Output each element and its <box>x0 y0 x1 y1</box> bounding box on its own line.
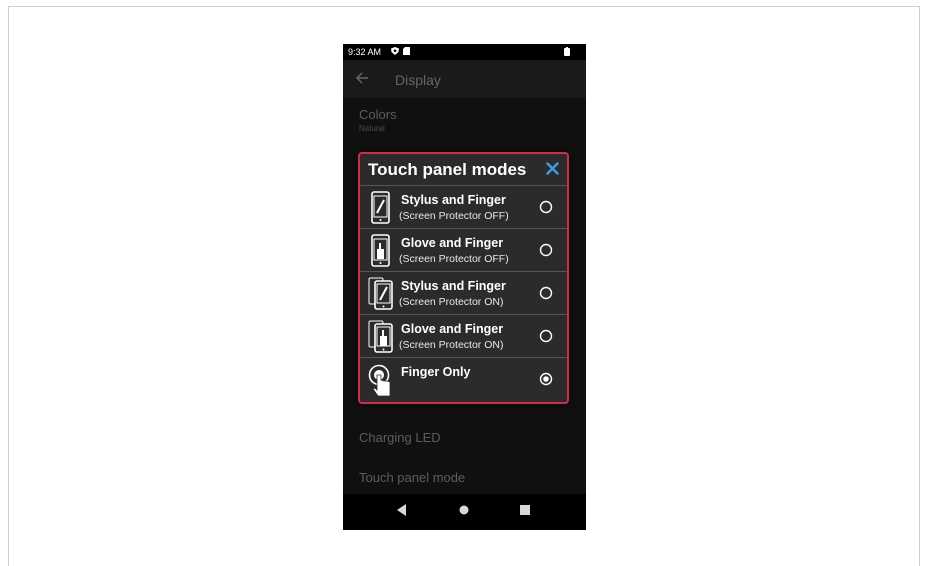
nav-back-icon[interactable] <box>397 504 407 516</box>
setting-charging-led[interactable]: Charging LED <box>359 430 441 445</box>
option-sublabel: (Screen Protector ON) <box>399 339 504 351</box>
option-sublabel: (Screen Protector OFF) <box>399 210 509 222</box>
radio-unselected[interactable] <box>539 243 553 257</box>
setting-touch-panel-mode[interactable]: Touch panel mode <box>359 470 465 485</box>
back-arrow-icon[interactable] <box>355 71 369 85</box>
radio-unselected[interactable] <box>539 286 553 300</box>
stylus-finger-icon <box>371 191 390 224</box>
navigation-bar <box>343 494 586 530</box>
dialog-header: Touch panel modes <box>360 154 567 184</box>
radio-selected[interactable] <box>539 372 553 386</box>
setting-title: Touch panel mode <box>359 470 466 485</box>
option-stylus-finger-protector-on[interactable]: Stylus and Finger (Screen Protector ON) <box>360 271 567 314</box>
status-time: 9:32 AM <box>348 47 382 57</box>
status-bar: 9:32 AM <box>343 44 586 60</box>
radio-unselected[interactable] <box>539 200 553 214</box>
option-label: Finger Only <box>401 365 471 379</box>
app-bar-title: Display <box>395 72 441 88</box>
option-stylus-finger-protector-off[interactable]: Stylus and Finger (Screen Protector OFF) <box>360 185 567 228</box>
option-label: Stylus and Finger <box>401 193 506 207</box>
touch-panel-modes-dialog: Touch panel modes Stylus and Finger (Scr… <box>358 152 569 404</box>
setting-title: Charging LED <box>359 430 441 445</box>
setting-title: Colors <box>359 107 397 122</box>
option-finger-only[interactable]: Finger Only <box>360 357 567 400</box>
shield-icon <box>391 47 399 55</box>
setting-colors[interactable]: Colors Natural <box>359 107 397 133</box>
phone-screen: 9:32 AM Display Colors Natural Charging … <box>343 44 586 530</box>
stylus-finger-protector-icon <box>368 277 393 310</box>
radio-unselected[interactable] <box>539 329 553 343</box>
dialog-title: Touch panel modes <box>368 160 527 179</box>
sim-card-icon <box>403 47 410 55</box>
battery-icon <box>564 47 570 56</box>
close-icon[interactable] <box>546 162 559 175</box>
option-sublabel: (Screen Protector OFF) <box>399 253 509 265</box>
glove-finger-icon <box>371 234 390 267</box>
option-glove-finger-protector-on[interactable]: Glove and Finger (Screen Protector ON) <box>360 314 567 357</box>
nav-home-icon[interactable] <box>459 505 469 515</box>
option-label: Stylus and Finger <box>401 279 506 293</box>
option-label: Glove and Finger <box>401 236 504 250</box>
finger-touch-icon <box>368 364 391 396</box>
nav-recents-icon[interactable] <box>520 505 530 515</box>
option-glove-finger-protector-off[interactable]: Glove and Finger (Screen Protector OFF) <box>360 228 567 271</box>
app-bar: Display <box>343 60 586 98</box>
option-label: Glove and Finger <box>401 322 504 336</box>
option-sublabel: (Screen Protector ON) <box>399 296 504 308</box>
glove-finger-protector-icon <box>368 320 393 353</box>
setting-subtitle: Natural <box>359 124 385 133</box>
